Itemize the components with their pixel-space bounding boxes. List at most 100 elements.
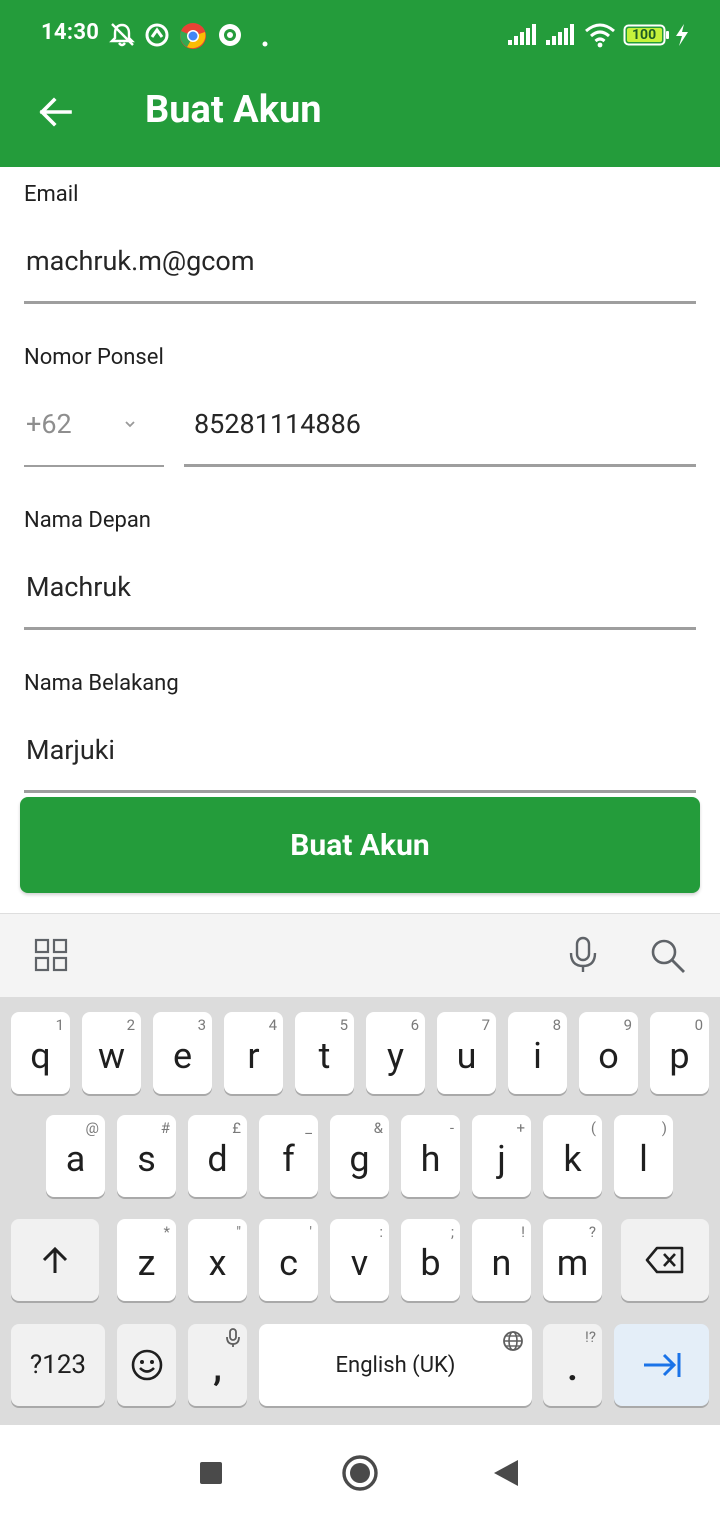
period-key[interactable]: !? . — [543, 1324, 602, 1406]
key-s[interactable]: # s — [117, 1115, 176, 1197]
key-letter: i — [533, 1035, 542, 1077]
key-f[interactable]: _ f — [259, 1115, 318, 1197]
space-bar[interactable]: English (UK) — [259, 1324, 532, 1406]
key-hint: ) — [661, 1119, 667, 1137]
key-e[interactable]: 3e — [153, 1012, 212, 1094]
phone-field[interactable]: 85281114886 — [194, 408, 361, 440]
key-b[interactable]: ; b — [401, 1219, 460, 1301]
country-code-value: +62 — [26, 408, 72, 440]
key-hint: 0 — [694, 1016, 703, 1034]
key-w[interactable]: 2w — [82, 1012, 141, 1094]
mic-hint-icon — [225, 1328, 241, 1352]
key-hint: 3 — [197, 1016, 206, 1034]
create-account-screen: 14:30 100 Buat Akun Email machruk.m@gcom… — [0, 0, 720, 1520]
key-hint: _ — [305, 1119, 312, 1137]
key-letter: q — [30, 1035, 51, 1077]
key-hint: 5 — [339, 1016, 348, 1034]
key-letter: t — [318, 1035, 331, 1077]
key-letter: f — [282, 1138, 295, 1180]
email-field-underline — [24, 301, 696, 304]
battery-level: 100 — [632, 27, 657, 43]
key-z[interactable]: * z — [117, 1219, 176, 1301]
key-letter: s — [137, 1138, 156, 1180]
key-letter: j — [497, 1138, 506, 1180]
key-h[interactable]: -h — [401, 1115, 460, 1197]
key-g[interactable]: & g — [330, 1115, 389, 1197]
key-x[interactable]: " x — [188, 1219, 247, 1301]
back-nav-button[interactable] — [492, 1458, 520, 1492]
recent-apps-button[interactable] — [199, 1461, 223, 1489]
key-l[interactable]: ) l — [614, 1115, 673, 1197]
wifi-icon — [584, 22, 616, 52]
last-name-field[interactable]: Marjuki — [26, 734, 115, 766]
key-k[interactable]: (k — [543, 1115, 602, 1197]
emoji-key[interactable] — [117, 1324, 176, 1406]
key-letter: g — [349, 1138, 370, 1180]
key-letter: b — [420, 1242, 441, 1284]
location-app-icon — [217, 22, 243, 52]
status-bar: 14:30 100 — [0, 0, 720, 70]
first-name-field[interactable]: Machruk — [26, 571, 131, 603]
last-name-field-underline — [24, 790, 696, 793]
key-hint: " — [236, 1223, 241, 1241]
shift-key[interactable] — [11, 1219, 99, 1301]
back-button[interactable] — [36, 92, 76, 132]
key-n[interactable]: ! n — [472, 1219, 531, 1301]
emoji-icon — [131, 1349, 162, 1381]
key-i[interactable]: 8i — [508, 1012, 567, 1094]
next-field-key[interactable] — [614, 1324, 709, 1406]
symbols-key[interactable]: ?123 — [11, 1324, 105, 1406]
email-field[interactable]: machruk.m@gcom — [26, 245, 255, 277]
key-d[interactable]: £ d — [188, 1115, 247, 1197]
apps-grid-icon[interactable] — [34, 938, 68, 976]
key-hint: ' — [309, 1223, 312, 1241]
key-c[interactable]: ' c — [259, 1219, 318, 1301]
charging-icon — [674, 24, 690, 50]
page-title: Buat Akun — [145, 88, 322, 132]
country-code-underline — [24, 465, 164, 467]
key-hint: 7 — [481, 1016, 490, 1034]
key-u[interactable]: 7u — [437, 1012, 496, 1094]
key-j[interactable]: + j — [472, 1115, 531, 1197]
key-letter: l — [639, 1138, 648, 1180]
key-hint: + — [516, 1119, 525, 1137]
create-account-button[interactable]: Buat Akun — [20, 797, 700, 893]
key-o[interactable]: 9o — [579, 1012, 638, 1094]
status-time: 14:30 — [41, 20, 100, 45]
data-saver-icon — [144, 22, 170, 52]
key-letter: z — [137, 1242, 156, 1284]
key-letter: v — [350, 1242, 369, 1284]
key-t[interactable]: 5t — [295, 1012, 354, 1094]
first-name-label: Nama Depan — [24, 508, 151, 533]
key-p[interactable]: 0p — [650, 1012, 709, 1094]
key-r[interactable]: 4r — [224, 1012, 283, 1094]
key-hint: & — [373, 1119, 383, 1137]
key-a[interactable]: @ a — [46, 1115, 105, 1197]
key-letter: a — [65, 1138, 86, 1180]
comma-label: , — [213, 1347, 222, 1389]
notifications-muted-icon — [108, 22, 136, 52]
key-letter: u — [456, 1035, 477, 1077]
first-name-field-underline — [24, 627, 696, 630]
signal-sim2-icon — [546, 24, 576, 50]
key-letter: m — [556, 1242, 589, 1284]
key-letter: c — [279, 1242, 298, 1284]
comma-key[interactable]: , — [188, 1324, 247, 1406]
system-navigation-bar — [0, 1425, 720, 1520]
home-circle-icon — [342, 1455, 378, 1491]
phone-label: Nomor Ponsel — [24, 345, 164, 370]
home-button[interactable] — [341, 1454, 379, 1496]
key-q[interactable]: 1q — [11, 1012, 70, 1094]
key-m[interactable]: ? m — [543, 1219, 602, 1301]
key-hint: 8 — [552, 1016, 561, 1034]
key-hint: ? — [588, 1223, 596, 1241]
tab-next-icon — [643, 1353, 680, 1377]
key-v[interactable]: :v — [330, 1219, 389, 1301]
key-hint: 2 — [126, 1016, 135, 1034]
key-letter: y — [386, 1035, 405, 1077]
key-y[interactable]: 6y — [366, 1012, 425, 1094]
microphone-icon[interactable] — [566, 936, 600, 978]
backspace-key[interactable] — [621, 1219, 709, 1301]
period-label: . — [567, 1347, 578, 1389]
search-icon[interactable] — [650, 938, 686, 978]
